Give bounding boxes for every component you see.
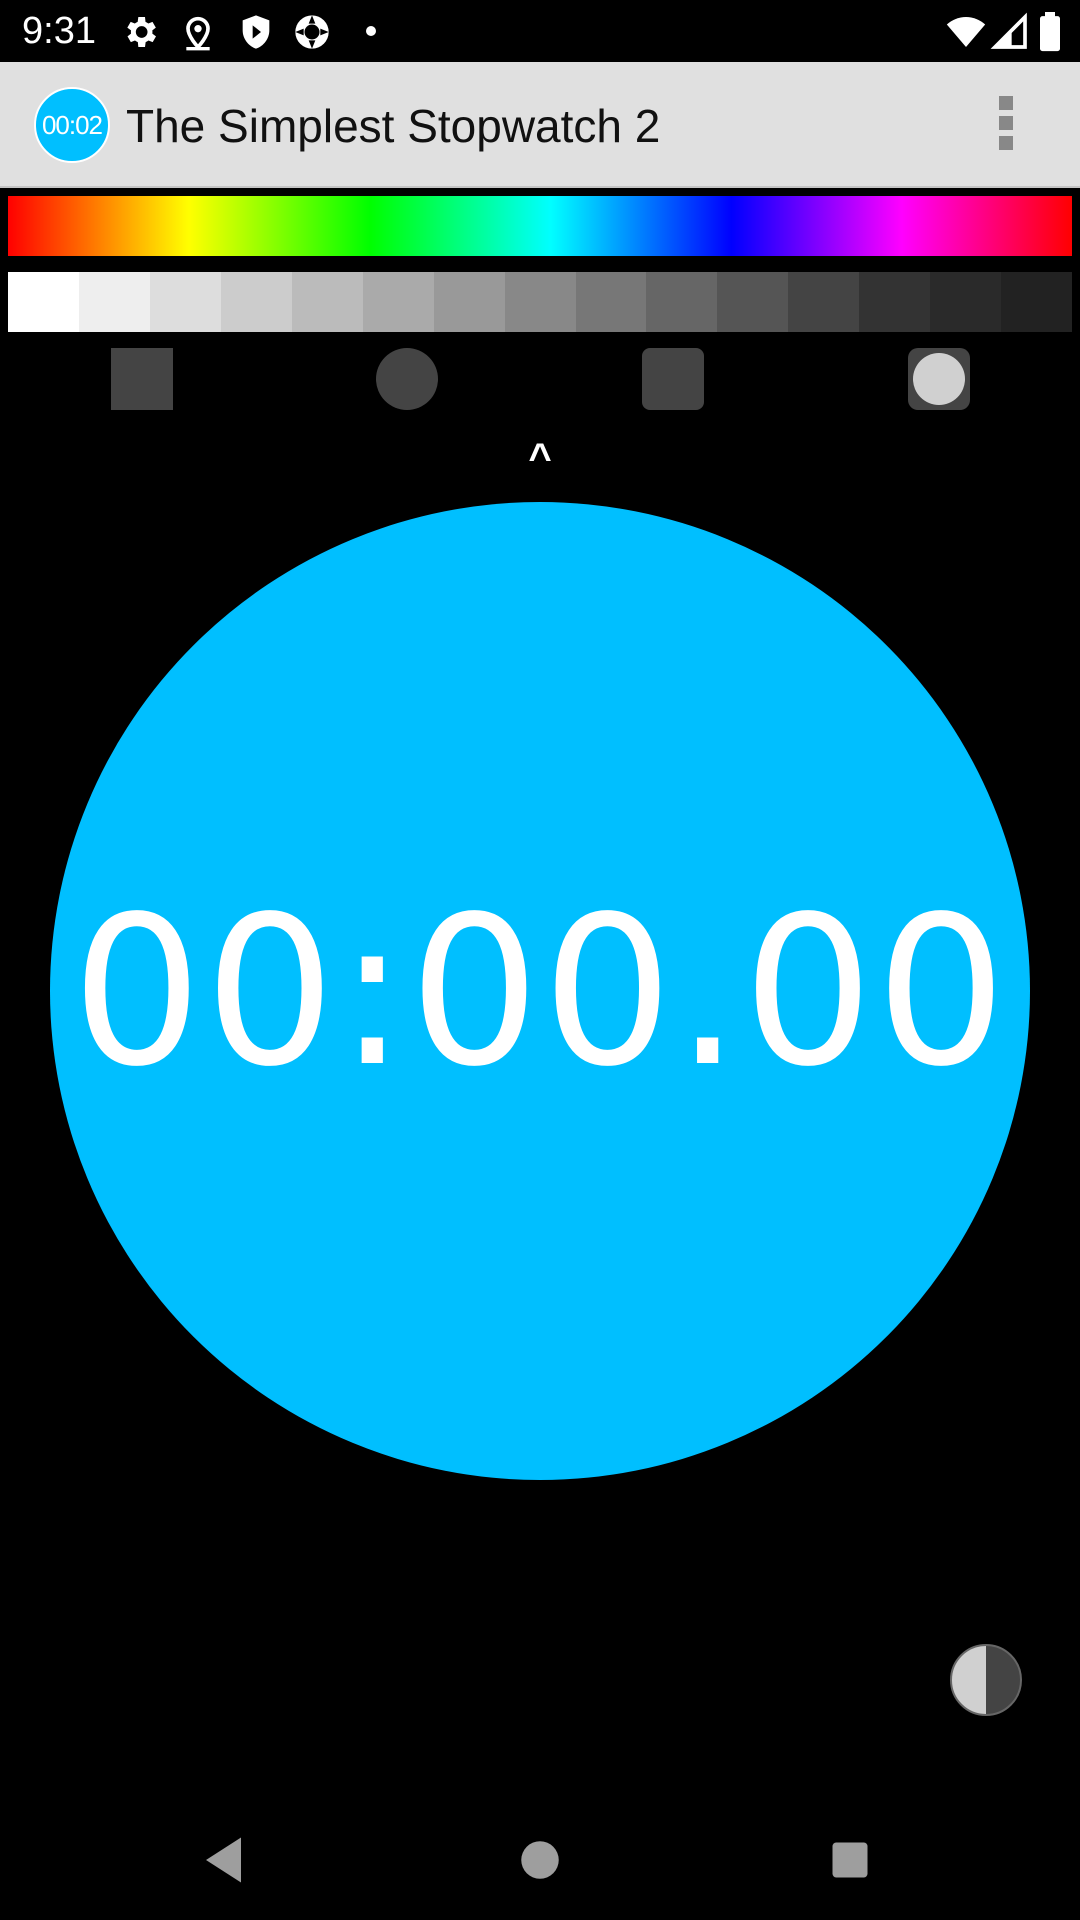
back-icon[interactable] [196,1830,256,1890]
gray-swatch-12[interactable] [788,272,860,332]
gray-swatch-11[interactable] [717,272,789,332]
gray-swatch-1[interactable] [8,272,79,332]
location-pin-icon [178,12,218,52]
status-bar: 9:31 [0,0,1080,62]
notification-dot-icon [366,26,376,36]
app-logo: 00:02 [34,87,110,163]
collapse-caret-icon[interactable]: ^ [520,436,560,480]
app-bar: 00:02 The Simplest Stopwatch 2 [0,62,1080,188]
gray-swatch-5[interactable] [291,272,363,332]
gray-color-picker-bar [8,272,1073,332]
gray-swatch-15[interactable] [1001,272,1073,332]
stopwatch-time: 00:00.00 [71,872,1009,1112]
gray-swatch-14[interactable] [930,272,1002,332]
shape-rounded-square-button[interactable] [642,348,704,410]
cell-signal-icon [990,12,1030,52]
gear-icon [120,12,160,52]
overflow-menu-icon[interactable] [984,96,1028,156]
gray-swatch-2[interactable] [78,272,150,332]
home-icon[interactable] [510,1830,570,1890]
status-time: 9:31 [22,10,96,52]
recents-icon[interactable] [820,1830,880,1890]
battery-icon [1036,12,1064,52]
gray-swatch-7[interactable] [433,272,505,332]
gray-swatch-13[interactable] [859,272,931,332]
gray-swatch-8[interactable] [504,272,576,332]
shape-circle-button[interactable] [376,348,438,410]
camera-aperture-icon [292,12,332,52]
gray-swatch-10[interactable] [646,272,718,332]
screen: 9:31 00:02 The Simplest Stopwatch 2 ^ 00… [0,0,1080,1920]
contrast-icon[interactable] [950,1644,1022,1716]
shape-square-button[interactable] [111,348,173,410]
stopwatch-face-button[interactable]: 00:00.00 [50,502,1030,1480]
gray-swatch-4[interactable] [220,272,292,332]
wifi-icon [944,12,988,52]
app-title: The Simplest Stopwatch 2 [126,100,661,152]
gray-swatch-6[interactable] [362,272,434,332]
shield-play-icon [236,12,276,52]
navigation-bar [0,1800,1080,1920]
hue-color-picker-bar[interactable] [8,196,1072,256]
selected-shape-indicator [913,353,965,405]
gray-swatch-9[interactable] [575,272,647,332]
gray-swatch-3[interactable] [149,272,221,332]
shape-circle-in-square-button[interactable] [908,348,970,410]
